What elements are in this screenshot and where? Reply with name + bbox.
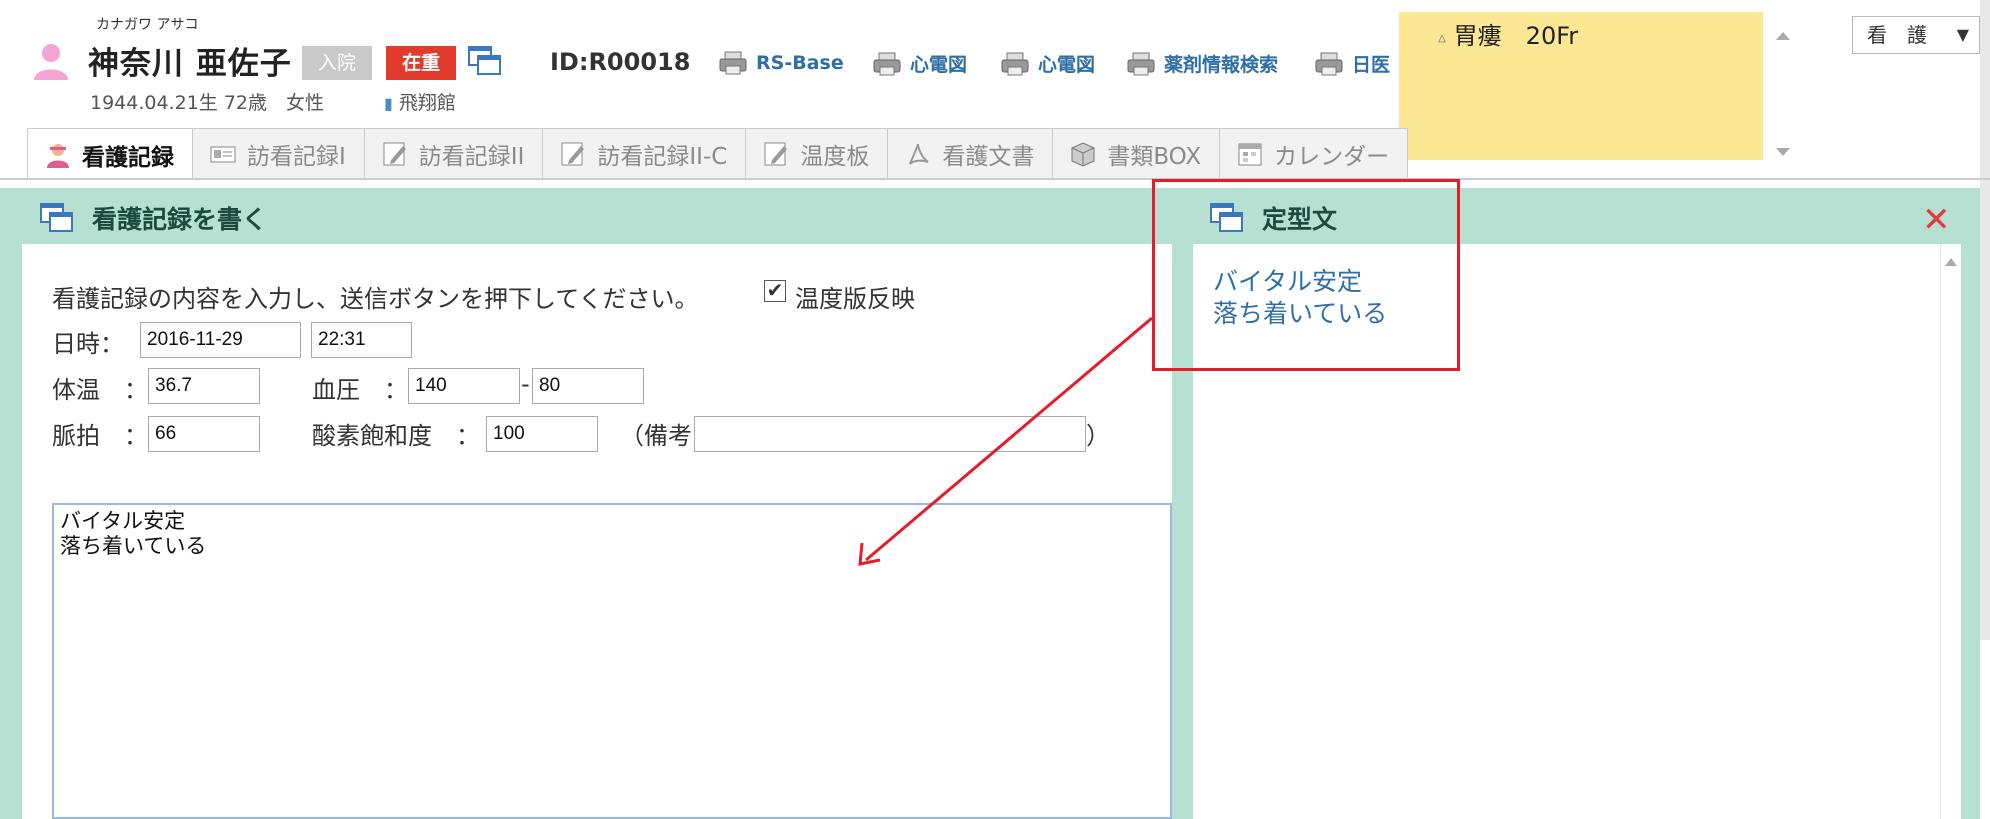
annotation-arrow xyxy=(858,316,1153,566)
